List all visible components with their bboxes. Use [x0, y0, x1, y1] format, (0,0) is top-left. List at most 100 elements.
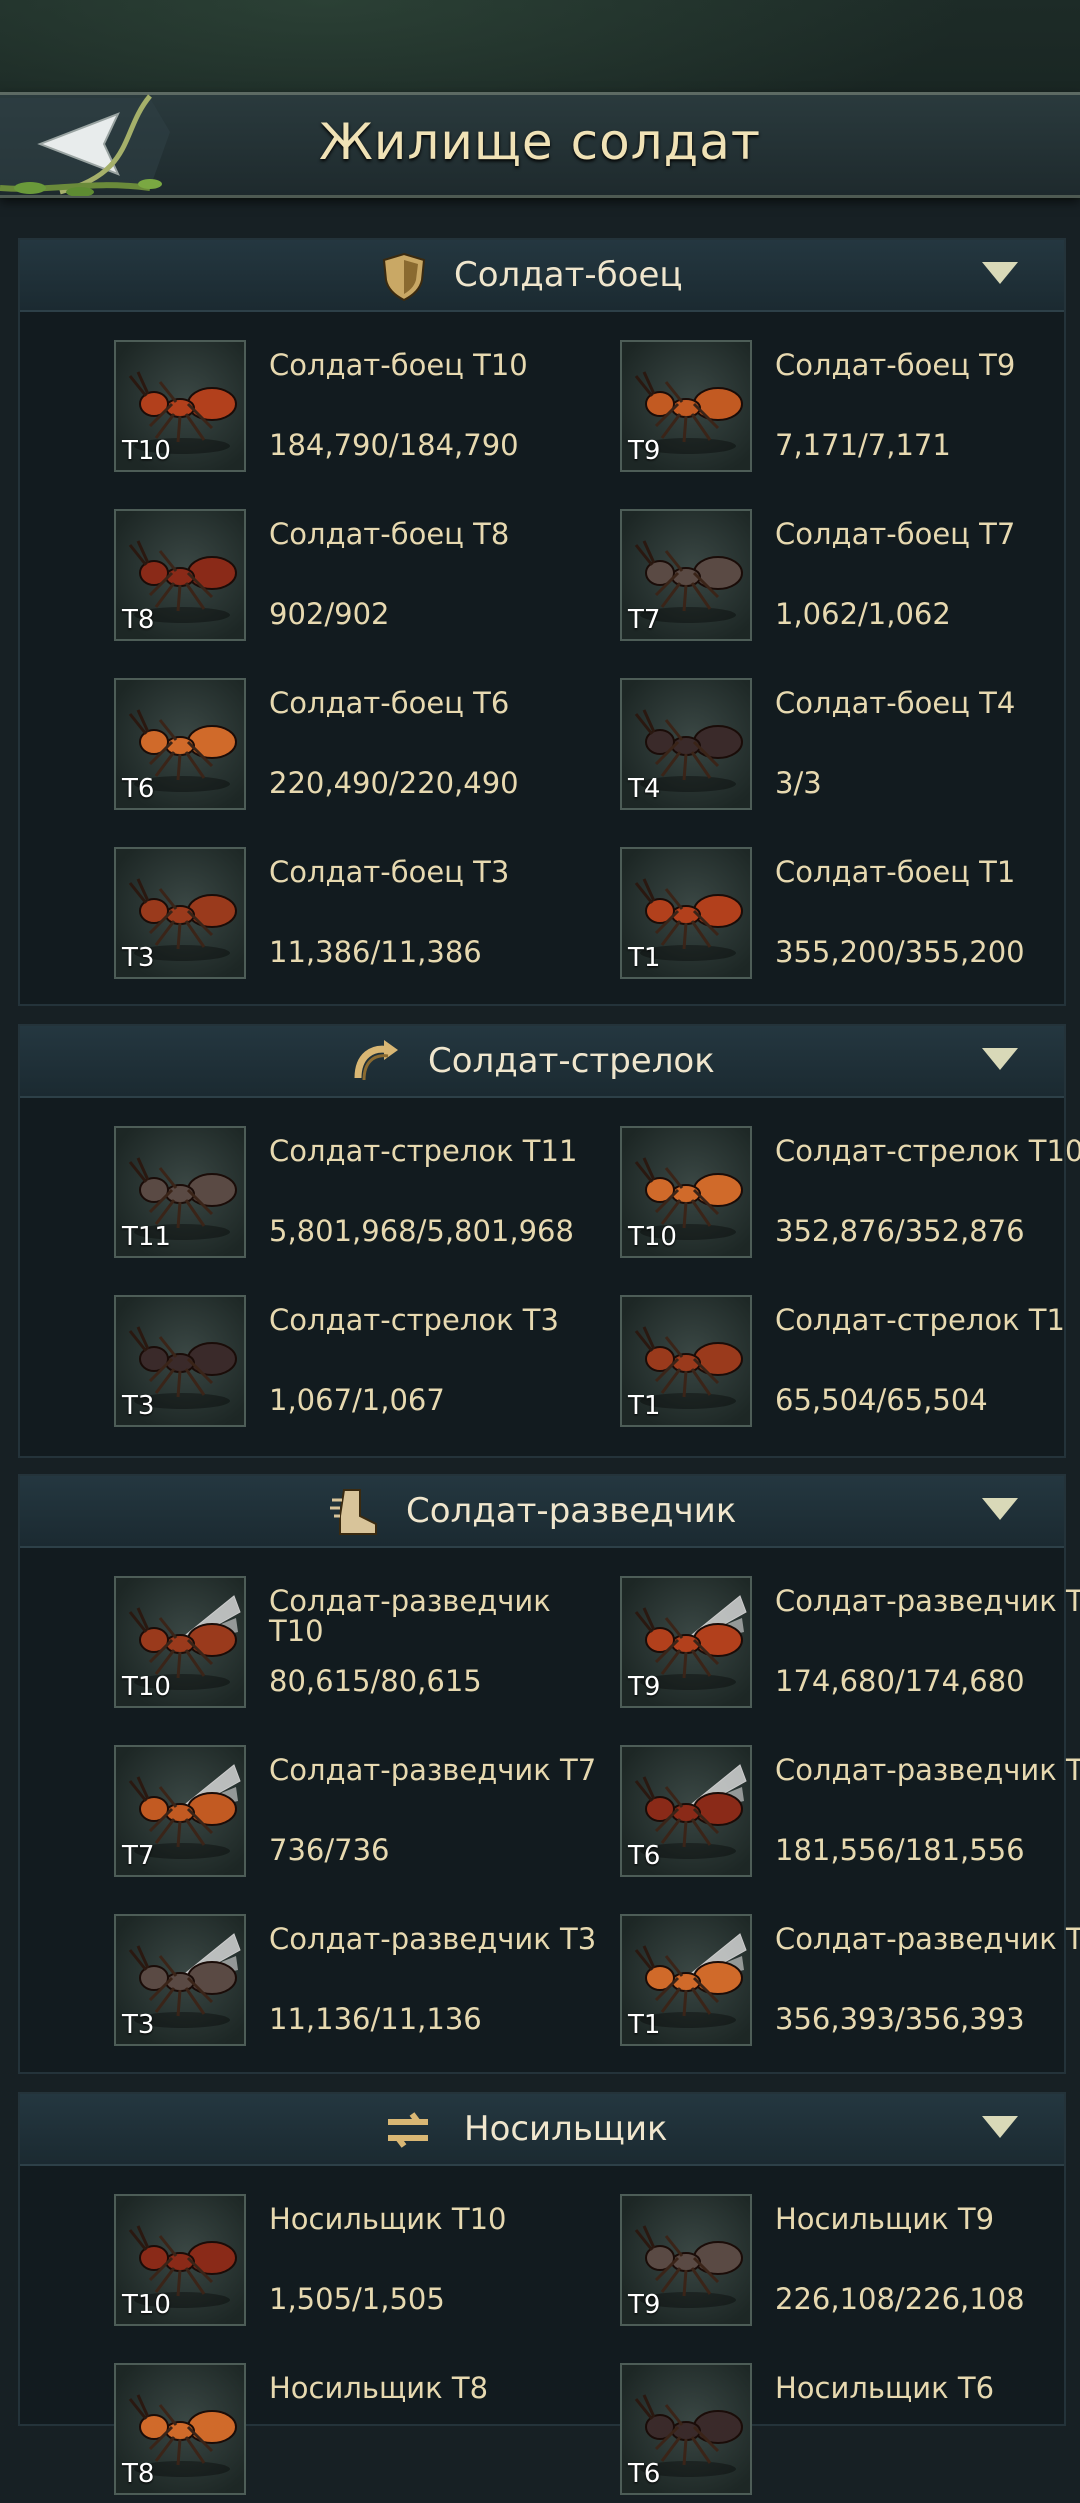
unit-card[interactable]: T9 Солдат-разведчик T9 174,680/174,680 [620, 1576, 1080, 1716]
boot-icon [330, 1489, 377, 1535]
unit-name: Солдат-стрелок T11 [269, 1134, 578, 1168]
unit-card[interactable]: T10 Солдат-боец T10 184,790/184,790 [114, 340, 614, 480]
section-header-shooter[interactable]: Солдат-стрелок [20, 1026, 1064, 1098]
unit-card[interactable]: T9 Солдат-боец T9 7,171/7,171 [620, 340, 1080, 480]
tier-badge: T11 [122, 1222, 171, 1252]
tier-badge: T8 [122, 605, 155, 635]
unit-card[interactable]: T4 Солдат-боец T4 3/3 [620, 678, 1080, 818]
unit-count: 902/902 [269, 597, 390, 631]
unit-card[interactable]: T11 Солдат-стрелок T11 5,801,968/5,801,968 [114, 1126, 614, 1266]
unit-thumbnail: T3 [114, 1914, 246, 2046]
unit-count: 174,680/174,680 [775, 1664, 1025, 1698]
unit-thumbnail: T6 [114, 678, 246, 810]
tier-badge: T1 [628, 1391, 661, 1421]
unit-thumbnail: T9 [620, 340, 752, 472]
unit-thumbnail: T3 [114, 1295, 246, 1427]
unit-name: Солдат-разведчик T9 [775, 1584, 1080, 1618]
unit-name: Солдат-стрелок T1 [775, 1303, 1065, 1337]
unit-card[interactable]: T10 Носильщик T10 1,505/1,505 [114, 2194, 614, 2334]
unit-count: 226,108/226,108 [775, 2282, 1025, 2316]
unit-thumbnail: T11 [114, 1126, 246, 1258]
unit-name: Солдат-стрелок T3 [269, 1303, 559, 1337]
unit-card[interactable]: T10 Солдат-разведчик T10 80,615/80,615 [114, 1576, 614, 1716]
unit-name: Солдат-боец T6 [269, 686, 510, 720]
tier-badge: T3 [122, 1391, 155, 1421]
tier-badge: T3 [122, 2010, 155, 2040]
unit-card[interactable]: T3 Солдат-разведчик T3 11,136/11,136 [114, 1914, 614, 2054]
unit-name: Солдат-боец T3 [269, 855, 510, 889]
unit-count: 11,136/11,136 [269, 2002, 482, 2036]
unit-count: 65,504/65,504 [775, 1383, 988, 1417]
unit-card[interactable]: T1 Солдат-разведчик T1 356,393/356,393 [620, 1914, 1080, 2054]
unit-card[interactable]: T3 Солдат-боец T3 11,386/11,386 [114, 847, 614, 987]
shield-icon [382, 252, 426, 302]
unit-card[interactable]: T7 Солдат-боец T7 1,062/1,062 [620, 509, 1080, 649]
tier-badge: T4 [628, 774, 661, 804]
unit-card[interactable]: T10 Солдат-стрелок T10 352,876/352,876 [620, 1126, 1080, 1266]
section-header-scout[interactable]: Солдат-разведчик [20, 1476, 1064, 1548]
unit-name: Солдат-разведчик T6 [775, 1753, 1080, 1787]
tier-badge: T1 [628, 943, 661, 973]
unit-count: 80,615/80,615 [269, 1664, 482, 1698]
unit-name: Носильщик T9 [775, 2202, 995, 2236]
unit-count: 11,386/11,386 [269, 935, 482, 969]
unit-name: Солдат-стрелок T10 [775, 1134, 1080, 1168]
unit-thumbnail: T6 [620, 1745, 752, 1877]
unit-count: 1,062/1,062 [775, 597, 951, 631]
unit-thumbnail: T10 [620, 1126, 752, 1258]
unit-card[interactable]: T6 Носильщик T6 [620, 2363, 1080, 2503]
section-label: Солдат-стрелок [428, 1041, 715, 1081]
section-label: Солдат-боец [454, 255, 683, 295]
unit-card[interactable]: T6 Солдат-боец T6 220,490/220,490 [114, 678, 614, 818]
tier-badge: T10 [628, 1222, 677, 1252]
unit-card[interactable]: T1 Солдат-стрелок T1 65,504/65,504 [620, 1295, 1080, 1435]
tier-badge: T7 [628, 605, 661, 635]
unit-count: 220,490/220,490 [269, 766, 519, 800]
unit-count: 352,876/352,876 [775, 1214, 1025, 1248]
unit-card[interactable]: T6 Солдат-разведчик T6 181,556/181,556 [620, 1745, 1080, 1885]
tier-badge: T10 [122, 436, 171, 466]
unit-name: Солдат-разведчик T3 [269, 1922, 597, 1956]
unit-thumbnail: T8 [114, 2363, 246, 2495]
unit-count: 7,171/7,171 [775, 428, 951, 462]
unit-name: Солдат-разведчик T10 [269, 1584, 551, 1648]
tier-badge: T7 [122, 1841, 155, 1871]
section-header-fighter[interactable]: Солдат-боец [20, 240, 1064, 312]
unit-card[interactable]: T3 Солдат-стрелок T3 1,067/1,067 [114, 1295, 614, 1435]
section-header-carrier[interactable]: Носильщик [20, 2094, 1064, 2166]
chevron-down-icon [982, 2116, 1018, 2138]
unit-thumbnail: T4 [620, 678, 752, 810]
unit-card[interactable]: T7 Солдат-разведчик T7 736/736 [114, 1745, 614, 1885]
tier-badge: T10 [122, 1672, 171, 1702]
unit-thumbnail: T10 [114, 1576, 246, 1708]
unit-name: Носильщик T8 [269, 2371, 489, 2405]
unit-count: 355,200/355,200 [775, 935, 1025, 969]
unit-card[interactable]: T9 Носильщик T9 226,108/226,108 [620, 2194, 1080, 2334]
unit-card[interactable]: T1 Солдат-боец T1 355,200/355,200 [620, 847, 1080, 987]
unit-count: 736/736 [269, 1833, 390, 1867]
unit-name: Солдат-боец T10 [269, 348, 528, 382]
unit-card[interactable]: T8 Носильщик T8 [114, 2363, 614, 2503]
unit-count: 1,067/1,067 [269, 1383, 445, 1417]
unit-thumbnail: T1 [620, 1295, 752, 1427]
unit-thumbnail: T1 [620, 847, 752, 979]
chevron-down-icon [982, 1498, 1018, 1520]
unit-thumbnail: T3 [114, 847, 246, 979]
swap-arrows-icon [388, 2112, 428, 2148]
unit-name: Солдат-боец T8 [269, 517, 510, 551]
unit-count: 5,801,968/5,801,968 [269, 1214, 574, 1248]
unit-name: Носильщик T6 [775, 2371, 995, 2405]
unit-card[interactable]: T8 Солдат-боец T8 902/902 [114, 509, 614, 649]
tier-badge: T9 [628, 2290, 661, 2320]
unit-name: Солдат-боец T9 [775, 348, 1016, 382]
unit-thumbnail: T9 [620, 1576, 752, 1708]
tier-badge: T9 [628, 1672, 661, 1702]
tier-badge: T1 [628, 2010, 661, 2040]
unit-name: Солдат-боец T1 [775, 855, 1016, 889]
tier-badge: T6 [628, 2459, 661, 2489]
section-label: Носильщик [464, 2109, 668, 2149]
unit-thumbnail: T1 [620, 1914, 752, 2046]
unit-thumbnail: T10 [114, 2194, 246, 2326]
tier-badge: T6 [122, 774, 155, 804]
section-label: Солдат-разведчик [406, 1491, 737, 1531]
